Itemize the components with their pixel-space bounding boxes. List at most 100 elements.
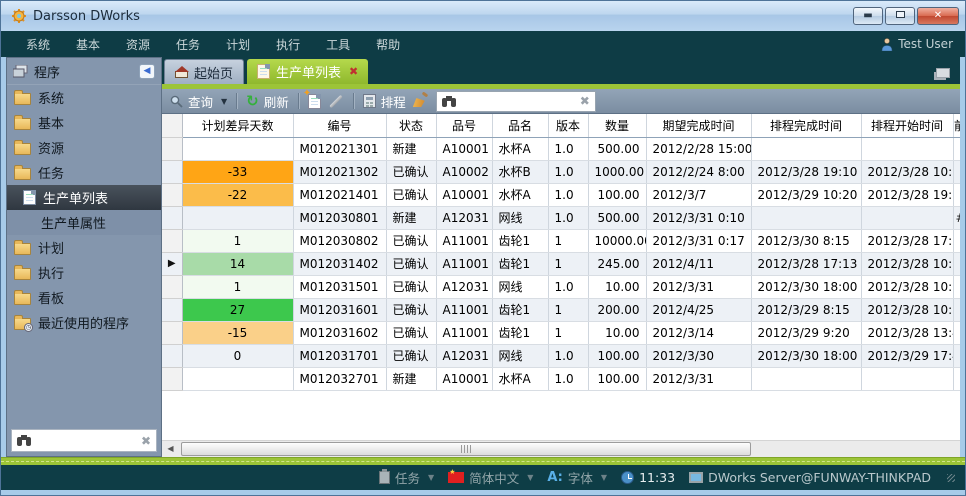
cell-code[interactable]: M012031602 [293,321,386,344]
col-plan-diff-days[interactable]: 计划差异天数 [182,114,293,137]
cell-ver[interactable]: 1 [548,321,588,344]
row-indicator[interactable] [162,206,182,229]
col-version[interactable]: 版本 [548,114,588,137]
cell-code[interactable]: M012030802 [293,229,386,252]
col-code[interactable]: 编号 [293,114,386,137]
cell-qty[interactable]: 10000.00 [588,229,646,252]
cell-code[interactable]: M012032701 [293,367,386,390]
row-indicator[interactable] [162,298,182,321]
menu-tools[interactable]: 工具 [313,36,363,53]
cell-pn[interactable]: A11001 [436,321,492,344]
cell-status[interactable]: 新建 [386,137,436,160]
table-row[interactable]: -33M012021302已确认A10002水杯B1.01000.002012/… [162,160,960,183]
cell-status[interactable]: 已确认 [386,252,436,275]
cell-start[interactable] [861,206,953,229]
tab-close-icon[interactable]: ✖ [349,65,358,78]
window-cascade-icon[interactable] [936,68,950,78]
cell-pn[interactable]: A11001 [436,252,492,275]
cell-qty[interactable]: 100.00 [588,183,646,206]
row-indicator[interactable] [162,160,182,183]
row-indicator[interactable] [162,367,182,390]
cell-diff[interactable]: -33 [182,160,293,183]
cell-end[interactable]: 2012/3/29 9:20 [751,321,861,344]
cell-code[interactable]: M012031402 [293,252,386,275]
query-button[interactable]: 查询 ▼ [170,92,227,111]
status-task-menu[interactable]: 任务 ▼ [379,468,434,487]
col-status[interactable]: 状态 [386,114,436,137]
toolbar-search-clear-icon[interactable]: ✖ [580,94,590,108]
schedule-button[interactable]: 排程 [363,92,406,111]
cell-status[interactable]: 已确认 [386,344,436,367]
cell-status[interactable]: 已确认 [386,275,436,298]
cell-extra[interactable] [953,160,960,183]
cell-end[interactable] [751,137,861,160]
cell-extra[interactable] [953,229,960,252]
cell-ver[interactable]: 1.0 [548,367,588,390]
cell-start[interactable]: 2012/3/28 19:10 [861,183,953,206]
col-part-name[interactable]: 品名 [492,114,548,137]
table-row[interactable]: 0M012031701已确认A12031网线1.0100.002012/3/30… [162,344,960,367]
sidebar-item-resource[interactable]: 资源 [7,135,161,160]
cell-qty[interactable]: 1000.00 [588,160,646,183]
row-indicator[interactable] [162,275,182,298]
row-indicator[interactable]: ▶ [162,252,182,275]
cell-extra[interactable] [953,298,960,321]
sidebar-item-production-order-props[interactable]: 生产单属性 [7,210,161,235]
cell-due[interactable]: 2012/3/7 [646,183,751,206]
cell-extra[interactable] [953,344,960,367]
cell-end[interactable]: 2012/3/28 17:13 [751,252,861,275]
cell-start[interactable]: 2012/3/28 13:40 [861,321,953,344]
cell-code[interactable]: M012021301 [293,137,386,160]
cell-code[interactable]: M012031701 [293,344,386,367]
cell-due[interactable]: 2012/4/25 [646,298,751,321]
col-qty[interactable]: 数量 [588,114,646,137]
cell-extra[interactable] [953,137,960,160]
cell-status[interactable]: 已确认 [386,183,436,206]
cell-start[interactable]: 2012/3/28 10:52 [861,275,953,298]
table-row[interactable]: 27M012031601已确认A11001齿轮11200.002012/4/25… [162,298,960,321]
chevron-down-icon[interactable]: ▼ [221,97,227,106]
resize-grip[interactable] [947,474,955,482]
sidebar-item-execute[interactable]: 执行 [7,260,161,285]
cell-ver[interactable]: 1.0 [548,183,588,206]
menu-help[interactable]: 帮助 [363,36,413,53]
cell-pn[interactable]: A10002 [436,160,492,183]
cell-start[interactable] [861,137,953,160]
cell-end[interactable]: 2012/3/28 19:10 [751,160,861,183]
cell-due[interactable]: 2012/3/14 [646,321,751,344]
cell-start[interactable] [861,367,953,390]
col-sched-finish[interactable]: 排程完成时间 [751,114,861,137]
cell-due[interactable]: 2012/3/31 [646,367,751,390]
cell-due[interactable]: 2012/3/31 0:10 [646,206,751,229]
horizontal-scrollbar[interactable]: ◀ [162,440,960,457]
cell-name[interactable]: 网线 [492,275,548,298]
status-language-menu[interactable]: 简体中文 ▼ [448,468,533,487]
cell-code[interactable]: M012031601 [293,298,386,321]
menu-resource[interactable]: 资源 [113,36,163,53]
cell-qty[interactable]: 200.00 [588,298,646,321]
row-indicator[interactable] [162,344,182,367]
cell-ver[interactable]: 1.0 [548,344,588,367]
cell-pn[interactable]: A10001 [436,183,492,206]
cell-status[interactable]: 新建 [386,367,436,390]
cell-qty[interactable]: 500.00 [588,206,646,229]
cell-status[interactable]: 已确认 [386,321,436,344]
status-font-menu[interactable]: A: 字体 ▼ [547,468,607,487]
row-indicator[interactable] [162,321,182,344]
cell-end[interactable] [751,206,861,229]
row-indicator[interactable] [162,183,182,206]
cell-code[interactable]: M012021401 [293,183,386,206]
row-indicator[interactable] [162,137,182,160]
cell-pn[interactable]: A10001 [436,367,492,390]
cell-qty[interactable]: 10.00 [588,321,646,344]
sidebar-search-box[interactable]: ✖ [11,429,157,452]
table-row[interactable]: -15M012031602已确认A11001齿轮1110.002012/3/14… [162,321,960,344]
cell-name[interactable]: 水杯A [492,367,548,390]
cell-ver[interactable]: 1.0 [548,275,588,298]
cell-code[interactable]: M012030801 [293,206,386,229]
table-row[interactable]: 1M012030802已确认A11001齿轮1110000.002012/3/3… [162,229,960,252]
sidebar-item-basic[interactable]: 基本 [7,110,161,135]
maximize-button[interactable] [885,7,915,25]
cell-extra[interactable] [953,321,960,344]
cell-status[interactable]: 已确认 [386,298,436,321]
